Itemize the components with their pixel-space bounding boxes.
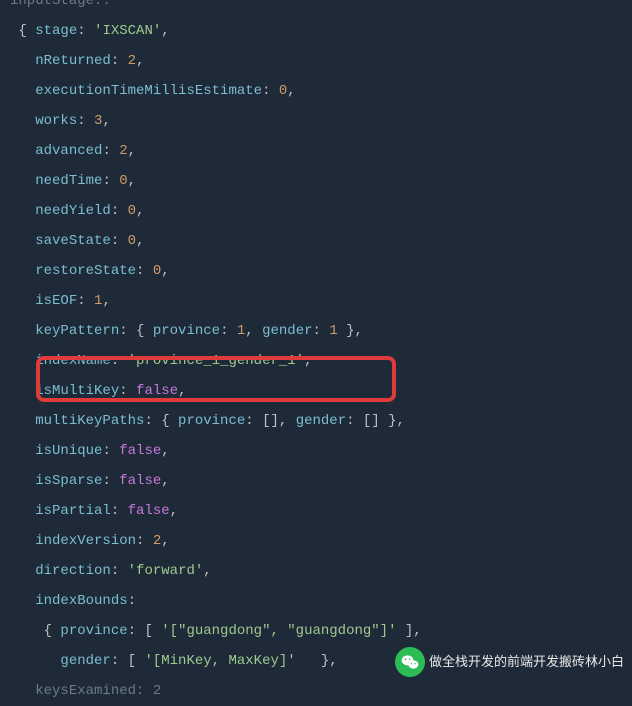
- token-key: keysExamined: [35, 683, 136, 699]
- code-line: nReturned: 2,: [10, 46, 632, 76]
- token-key: saveState: [35, 233, 111, 249]
- token-key: inputStage:: [10, 0, 102, 9]
- token-key: advanced: [35, 143, 102, 159]
- code-line: isPartial: false,: [10, 496, 632, 526]
- token-string: 'IXSCAN': [94, 23, 161, 39]
- token-bool: false: [119, 473, 161, 489]
- token-key: keyPattern: [35, 323, 119, 339]
- code-line: multiKeyPaths: { province: [], gender: […: [10, 406, 632, 436]
- token-number: 2: [119, 143, 127, 159]
- token-key: works: [35, 113, 77, 129]
- token-key: isUnique: [35, 443, 102, 459]
- token-string: 'forward': [128, 563, 204, 579]
- code-line: needTime: 0,: [10, 166, 632, 196]
- watermark-text: 做全栈开发的前端开发搬砖林小白: [429, 647, 624, 677]
- token-key: indexName: [35, 353, 111, 369]
- token-number: 0: [128, 203, 136, 219]
- code-line-highlighted: indexName: 'province_1_gender_1',: [10, 346, 632, 376]
- code-line: isMultiKey: false,: [10, 376, 632, 406]
- code-line: direction: 'forward',: [10, 556, 632, 586]
- token-key: needTime: [35, 173, 102, 189]
- code-line: executionTimeMillisEstimate: 0,: [10, 76, 632, 106]
- code-line: saveState: 0,: [10, 226, 632, 256]
- token-string: '["guangdong", "guangdong"]': [161, 623, 396, 639]
- token-key: direction: [35, 563, 111, 579]
- code-line: isEOF: 1,: [10, 286, 632, 316]
- code-line: restoreState: 0,: [10, 256, 632, 286]
- token-number: 1: [329, 323, 337, 339]
- token-key: restoreState: [35, 263, 136, 279]
- token-key: isEOF: [35, 293, 77, 309]
- token-bool: false: [119, 443, 161, 459]
- code-line: isSparse: false,: [10, 466, 632, 496]
- token-key: isPartial: [35, 503, 111, 519]
- code-line: works: 3,: [10, 106, 632, 136]
- token-key: province: [60, 623, 127, 639]
- token-key: indexVersion: [35, 533, 136, 549]
- token-key: isMultiKey: [35, 383, 119, 399]
- token-key: multiKeyPaths: [35, 413, 144, 429]
- code-line: needYield: 0,: [10, 196, 632, 226]
- token-key: needYield: [35, 203, 111, 219]
- watermark: 做全栈开发的前端开发搬砖林小白: [395, 647, 624, 677]
- code-line: inputStage::: [10, 0, 632, 16]
- code-block: inputStage:: { stage: 'IXSCAN', nReturne…: [0, 0, 632, 706]
- token-number: 0: [128, 233, 136, 249]
- token-key: isSparse: [35, 473, 102, 489]
- token-key: indexBounds: [35, 593, 127, 609]
- token-key: province: [153, 323, 220, 339]
- token-key: executionTimeMillisEstimate: [35, 83, 262, 99]
- token-key: gender: [60, 653, 110, 669]
- token-bool: false: [128, 503, 170, 519]
- code-line: advanced: 2,: [10, 136, 632, 166]
- token-number: 2: [128, 53, 136, 69]
- token-key: nReturned: [35, 53, 111, 69]
- code-line: { province: [ '["guangdong", "guangdong"…: [10, 616, 632, 646]
- token-key: province: [178, 413, 245, 429]
- token-key: gender: [262, 323, 312, 339]
- token-string: '[MinKey, MaxKey]': [144, 653, 295, 669]
- token-key: stage: [35, 23, 77, 39]
- token-number: 0: [119, 173, 127, 189]
- token-bool: false: [136, 383, 178, 399]
- token-string: 'province_1_gender_1': [128, 353, 304, 369]
- code-line: keysExamined: 2: [10, 676, 632, 706]
- code-line: isUnique: false,: [10, 436, 632, 466]
- wechat-icon: [395, 647, 425, 677]
- token-number: 2: [153, 533, 161, 549]
- code-line: indexVersion: 2,: [10, 526, 632, 556]
- token-number: 2: [153, 683, 161, 699]
- token-number: 0: [153, 263, 161, 279]
- code-line: indexBounds:: [10, 586, 632, 616]
- token-key: gender: [296, 413, 346, 429]
- code-line: keyPattern: { province: 1, gender: 1 },: [10, 316, 632, 346]
- code-line: { stage: 'IXSCAN',: [10, 16, 632, 46]
